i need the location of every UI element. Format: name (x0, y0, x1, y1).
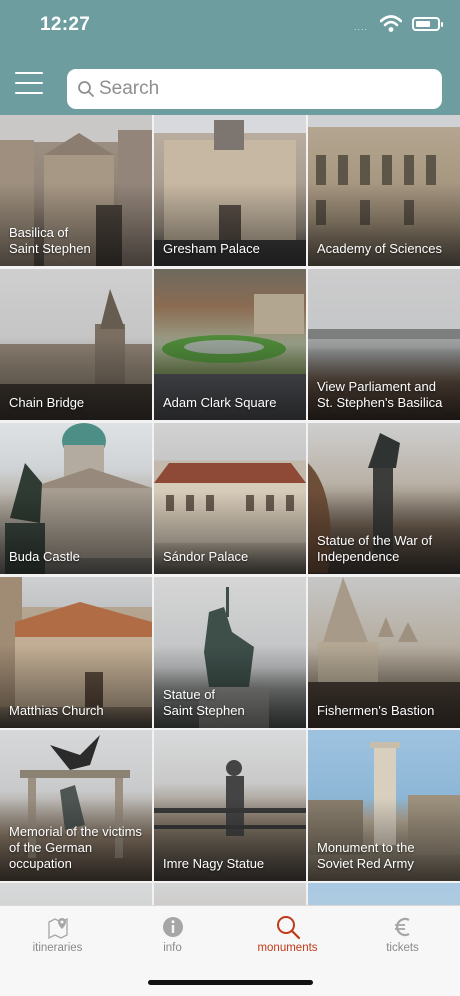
monument-label: Matthias Church (9, 703, 104, 718)
monument-label: Fishermen's Bastion (317, 703, 435, 718)
monument-label: Gresham Palace (163, 241, 260, 256)
home-indicator (148, 980, 313, 985)
monument-tile[interactable]: Memorial of the victims of the German oc… (0, 730, 152, 881)
tab-label: itineraries (32, 942, 83, 954)
tab-itineraries[interactable]: itineraries (0, 914, 115, 964)
search-bar[interactable] (67, 69, 442, 109)
tab-info[interactable]: info (115, 914, 230, 964)
info-icon (162, 917, 183, 937)
monument-tile[interactable]: Fishermen's Bastion (308, 577, 460, 728)
monument-tile[interactable]: Chain Bridge (0, 269, 152, 420)
search-input[interactable] (99, 75, 429, 103)
tab-label: info (163, 942, 182, 954)
monument-label: Memorial of the victims of the German oc… (9, 824, 142, 871)
monument-label: Academy of Sciences (317, 241, 443, 256)
euro-icon (394, 917, 410, 937)
monument-label: View Parliament and St. Stephen's Basili… (317, 379, 443, 410)
tab-label: monuments (257, 942, 318, 954)
monument-label: Imre Nagy Statue (163, 856, 265, 871)
monument-tile[interactable]: Statue of Saint Stephen (154, 577, 306, 728)
monument-tile[interactable]: Sándor Palace (154, 423, 306, 574)
monument-label: Monument to the Soviet Red Army (317, 840, 415, 871)
monument-label: Buda Castle (9, 549, 80, 564)
monument-tile[interactable] (0, 883, 152, 905)
monument-tile[interactable]: Matthias Church (0, 577, 152, 728)
status-time: 12:27 (40, 14, 91, 35)
app-header (0, 50, 460, 115)
battery-icon (412, 17, 443, 31)
monument-tile[interactable] (154, 883, 306, 905)
monument-label: Basilica of Saint Stephen (9, 225, 91, 256)
tab-monuments[interactable]: monuments (230, 914, 345, 964)
status-bar: 12:27 .... (0, 0, 460, 50)
map-pin-icon (47, 917, 68, 940)
monument-tile[interactable] (308, 883, 460, 905)
hamburger-menu-icon[interactable] (15, 72, 43, 94)
monument-tile[interactable]: Monument to the Soviet Red Army (308, 730, 460, 881)
search-icon (78, 81, 94, 97)
monument-label: Chain Bridge (9, 395, 85, 410)
monument-label: Statue of the War of Independence (317, 533, 433, 564)
monument-label: Statue of Saint Stephen (163, 687, 245, 718)
monument-tile[interactable]: Buda Castle (0, 423, 152, 574)
wifi-icon (380, 15, 402, 32)
monument-tile[interactable]: Basilica of Saint Stephen (0, 115, 152, 266)
monument-tile[interactable]: Academy of Sciences (308, 115, 460, 266)
monument-label: Sándor Palace (163, 549, 249, 564)
monument-tile[interactable]: Imre Nagy Statue (154, 730, 306, 881)
monument-tile[interactable]: Statue of the War of Independence (308, 423, 460, 574)
monuments-grid: Basilica of Saint Stephen Gresham Palace… (0, 115, 460, 905)
tab-label: tickets (386, 942, 419, 954)
monument-tile[interactable]: Adam Clark Square (154, 269, 306, 420)
monument-tile[interactable]: Gresham Palace (154, 115, 306, 266)
signal-dots: .... (353, 22, 368, 32)
search-icon (276, 916, 300, 940)
tab-tickets[interactable]: tickets (345, 914, 460, 964)
monument-label: Adam Clark Square (163, 395, 277, 410)
monument-tile[interactable]: View Parliament and St. Stephen's Basili… (308, 269, 460, 420)
